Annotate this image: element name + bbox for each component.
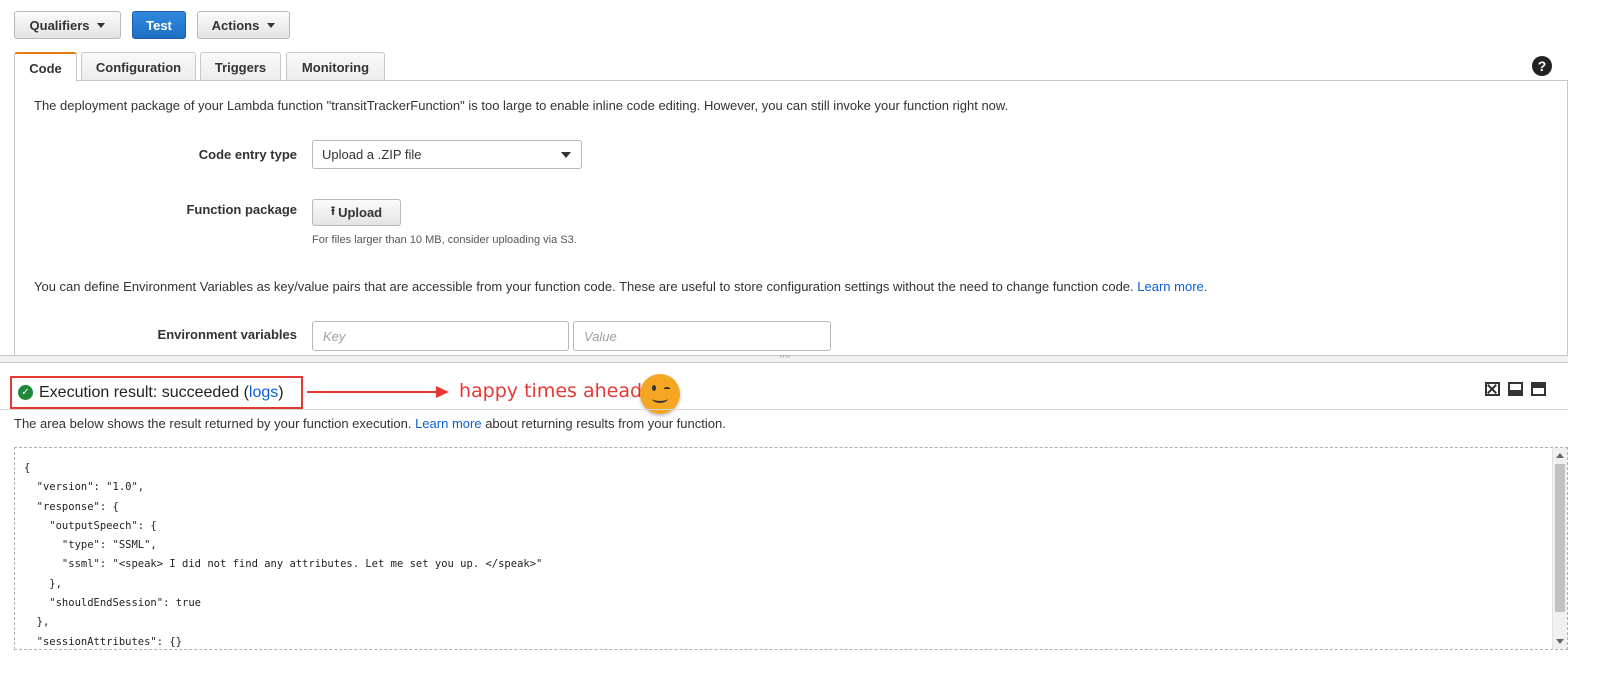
env-variables-label: Environment variables: [157, 327, 297, 342]
code-entry-type-value: Upload a .ZIP file: [322, 147, 422, 162]
qualifiers-button[interactable]: Qualifiers: [14, 11, 121, 39]
winking-smiley-icon: [640, 374, 680, 414]
tab-code[interactable]: Code: [14, 52, 77, 82]
execution-output-box[interactable]: { "version": "1.0", "response": { "outpu…: [14, 447, 1568, 650]
caret-down-icon: [97, 22, 106, 28]
upload-button[interactable]: ⭱ Upload: [312, 199, 401, 226]
scroll-down-icon[interactable]: [1556, 639, 1564, 644]
code-panel: The deployment package of your Lambda fu…: [14, 80, 1568, 356]
tab-monitoring[interactable]: Monitoring: [286, 52, 385, 81]
result-title-prefix: Execution result: succeeded (: [39, 383, 249, 401]
output-scrollbar[interactable]: [1552, 448, 1567, 649]
code-entry-type-label: Code entry type: [198, 147, 297, 162]
qualifiers-label: Qualifiers: [29, 17, 90, 33]
annotation-text: happy times ahead...: [459, 380, 661, 402]
env-key-input[interactable]: [312, 321, 569, 351]
scroll-thumb[interactable]: [1555, 464, 1565, 612]
env-value-input[interactable]: [573, 321, 831, 351]
result-learn-more-link[interactable]: Learn more: [415, 416, 481, 431]
caret-down-icon: [561, 152, 571, 158]
caret-down-icon: [267, 22, 276, 28]
splitter-grip-icon: '''': [780, 354, 791, 364]
env-intro: You can define Environment Variables as …: [34, 279, 1207, 294]
logs-link[interactable]: logs: [249, 384, 278, 401]
tab-triggers[interactable]: Triggers: [200, 52, 281, 81]
env-intro-text: You can define Environment Variables as …: [34, 279, 1134, 294]
result-desc-prefix: The area below shows the result returned…: [14, 416, 412, 431]
annotation-arrow-head: [436, 386, 449, 398]
dock-top-icon[interactable]: [1531, 382, 1546, 396]
close-icon[interactable]: [1485, 382, 1500, 396]
test-button[interactable]: Test: [132, 11, 186, 39]
execution-output-json: { "version": "1.0", "response": { "outpu…: [24, 462, 543, 648]
upload-icon: ⭱: [330, 204, 336, 218]
result-divider: [0, 409, 1568, 410]
dock-bottom-icon[interactable]: [1508, 382, 1523, 396]
code-entry-type-select[interactable]: Upload a .ZIP file: [312, 140, 582, 169]
tab-configuration[interactable]: Configuration: [81, 52, 196, 81]
result-title-suffix: ): [278, 383, 284, 401]
panel-splitter[interactable]: '''': [0, 354, 1568, 364]
result-desc-suffix: about returning results from your functi…: [485, 416, 726, 431]
success-check-icon: ✓: [18, 385, 33, 400]
upload-label: Upload: [338, 205, 383, 220]
result-description: The area below shows the result returned…: [14, 416, 726, 431]
scroll-up-icon[interactable]: [1556, 453, 1564, 458]
upload-hint: For files larger than 10 MB, consider up…: [312, 234, 577, 246]
help-icon[interactable]: ?: [1532, 56, 1552, 76]
execution-result-title: Execution result: succeeded (logs): [39, 384, 284, 402]
actions-label: Actions: [211, 17, 260, 33]
execution-result-header: ✓ Execution result: succeeded (logs): [10, 376, 303, 409]
function-package-label: Function package: [186, 202, 297, 217]
env-learn-more-link[interactable]: Learn more.: [1137, 279, 1207, 294]
actions-button[interactable]: Actions: [197, 11, 290, 39]
package-notice: The deployment package of your Lambda fu…: [34, 98, 1009, 113]
annotation-arrow-line: [307, 391, 440, 393]
result-window-controls: [1485, 382, 1546, 396]
